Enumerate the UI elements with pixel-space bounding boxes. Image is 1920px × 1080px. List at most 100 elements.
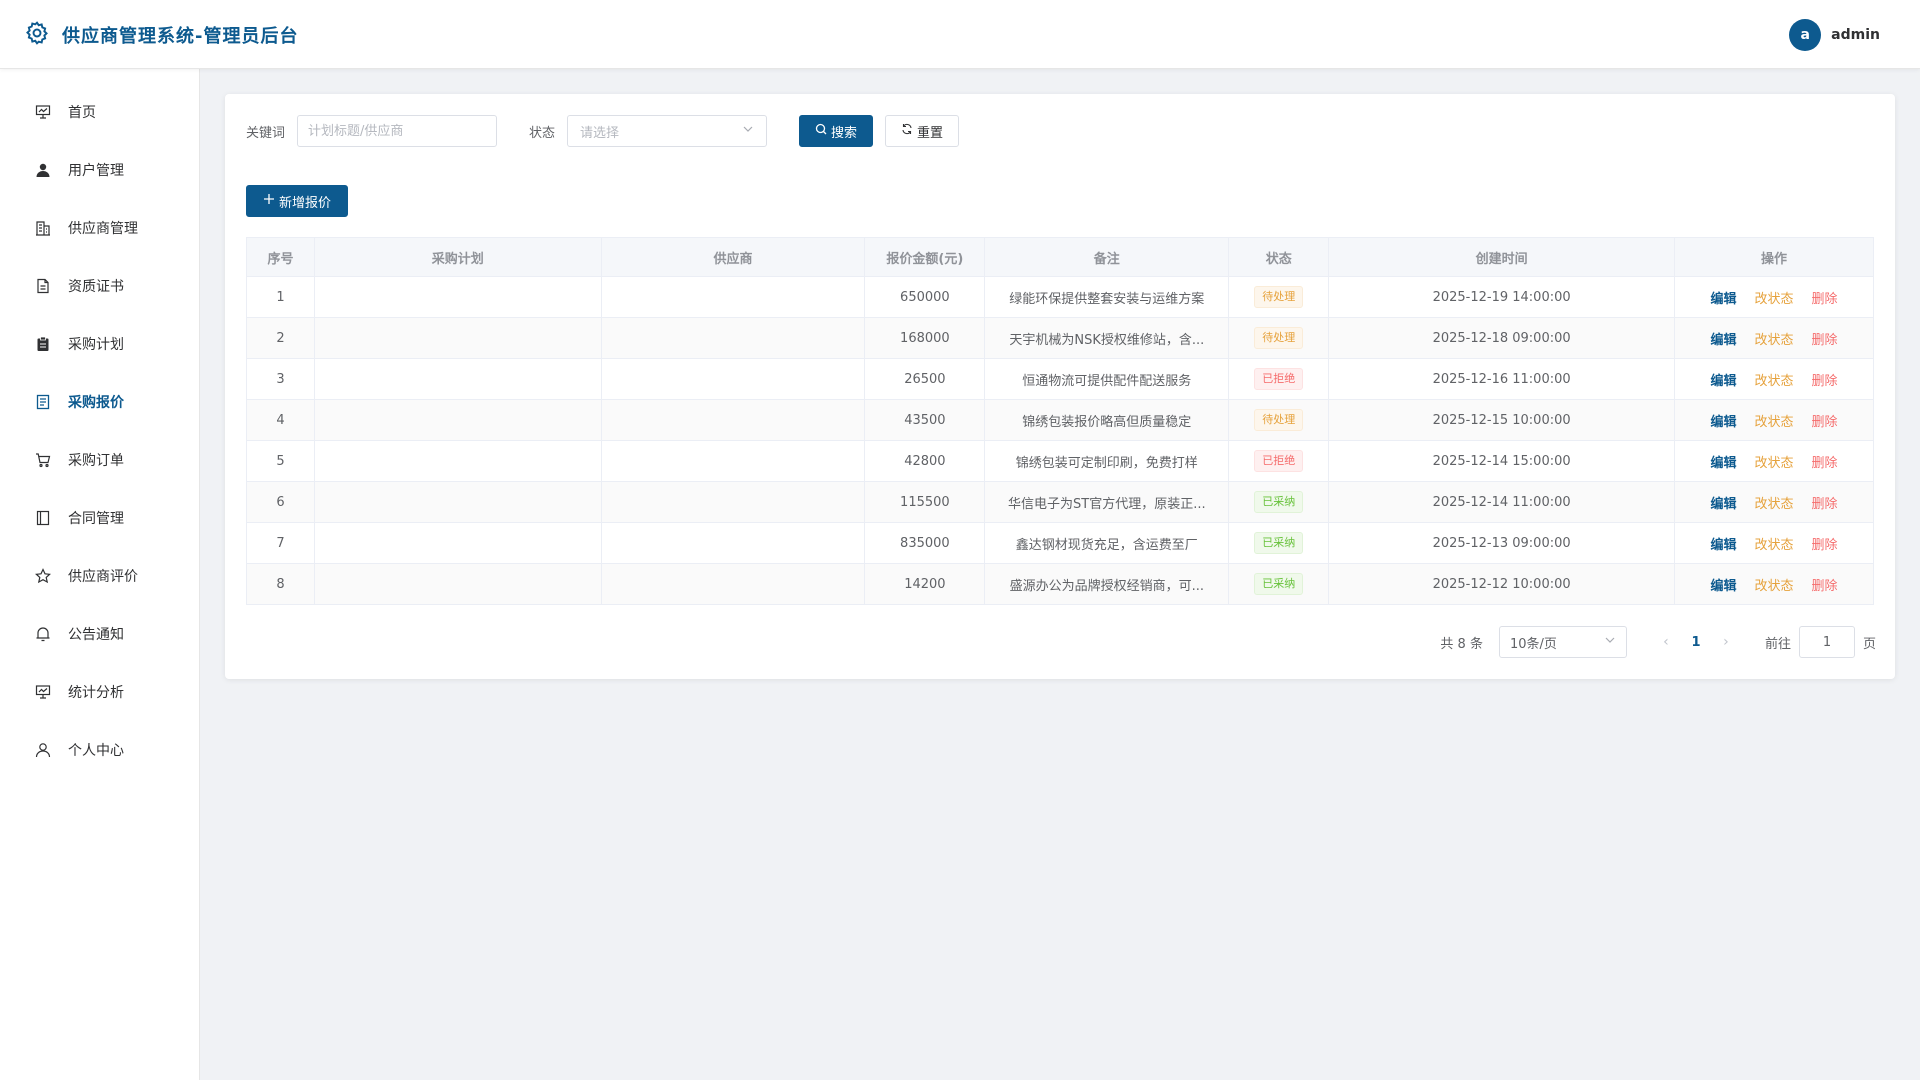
- cell-note: 盛源办公为品牌授权经销商，可...: [984, 563, 1230, 605]
- cell-status: 已采纳: [1228, 522, 1330, 564]
- chart-icon: [34, 683, 52, 701]
- cell-created-time: 2025-12-19 14:00:00: [1328, 276, 1675, 318]
- total-count: 共 8 条: [1440, 636, 1483, 652]
- cell-note: 锦绣包装可定制印刷，免费打样: [984, 440, 1230, 482]
- brand: 供应商管理系统-管理员后台: [24, 20, 298, 50]
- sidebar-item-2[interactable]: 供应商管理: [0, 199, 199, 257]
- username[interactable]: admin: [1831, 27, 1880, 43]
- delete-button[interactable]: 删除: [1812, 415, 1838, 430]
- status-badge: 已拒绝: [1254, 368, 1304, 390]
- sidebar-item-11[interactable]: 个人中心: [0, 721, 199, 779]
- main-card: 关键词 状态 请选择 搜索 重置 新增报价 序号采购计划: [225, 94, 1895, 679]
- sidebar-item-label: 公告通知: [68, 627, 124, 643]
- edit-button[interactable]: 编辑: [1710, 538, 1736, 553]
- change-status-button[interactable]: 改状态: [1754, 497, 1793, 512]
- cell-idx: 6: [246, 481, 315, 523]
- edit-button[interactable]: 编辑: [1710, 374, 1736, 389]
- table-body: 1 650000 绿能环保提供整套安装与运维方案 待处理 2025-12-19 14:0…: [246, 276, 1874, 605]
- cell-created-time: 2025-12-13 09:00:00: [1328, 522, 1675, 564]
- cell-plan: [313, 358, 602, 400]
- page-size-select[interactable]: 10条/页: [1498, 626, 1627, 658]
- reset-button[interactable]: 重置: [885, 115, 960, 147]
- search-button[interactable]: 搜索: [799, 115, 874, 147]
- sidebar-item-9[interactable]: 公告通知: [0, 605, 199, 663]
- cell-actions: 编辑 改状态 删除: [1674, 317, 1874, 359]
- user-menu[interactable]: a admin: [1789, 19, 1880, 51]
- keyword-input[interactable]: [297, 115, 498, 147]
- column-header: 创建时间: [1328, 237, 1675, 277]
- sidebar-item-0[interactable]: 首页: [0, 83, 199, 141]
- edit-button[interactable]: 编辑: [1710, 292, 1736, 307]
- page-size-value: 10条/页: [1509, 636, 1557, 652]
- edit-button[interactable]: 编辑: [1710, 579, 1736, 594]
- cell-actions: 编辑 改状态 删除: [1674, 440, 1874, 482]
- delete-button[interactable]: 删除: [1812, 374, 1838, 389]
- edit-button[interactable]: 编辑: [1710, 456, 1736, 471]
- cell-idx: 7: [246, 522, 315, 564]
- sidebar-item-label: 资质证书: [68, 279, 124, 295]
- cell-amount: 168000: [864, 317, 986, 359]
- clipboard-icon: [34, 335, 52, 353]
- change-status-button[interactable]: 改状态: [1754, 374, 1793, 389]
- edit-button[interactable]: 编辑: [1710, 415, 1736, 430]
- goto-page-input[interactable]: [1798, 626, 1855, 658]
- cell-amount: 115500: [864, 481, 986, 523]
- table-row: 8 14200 盛源办公为品牌授权经销商，可... 已采纳 2025-12-12 10:…: [246, 563, 1874, 605]
- sidebar-item-label: 统计分析: [68, 685, 124, 701]
- cell-actions: 编辑 改状态 删除: [1674, 276, 1874, 318]
- page-number[interactable]: 1: [1681, 635, 1711, 650]
- sidebar-item-8[interactable]: 供应商评价: [0, 547, 199, 605]
- delete-button[interactable]: 删除: [1812, 333, 1838, 348]
- sidebar-item-4[interactable]: 采购计划: [0, 315, 199, 373]
- sidebar-item-label: 合同管理: [68, 511, 124, 527]
- sidebar-item-7[interactable]: 合同管理: [0, 489, 199, 547]
- cell-plan: [313, 481, 602, 523]
- delete-button[interactable]: 删除: [1812, 538, 1838, 553]
- delete-button[interactable]: 删除: [1812, 579, 1838, 594]
- cell-plan: [313, 522, 602, 564]
- bell-icon: [34, 625, 52, 643]
- add-quote-label: 新增报价: [278, 195, 331, 211]
- sidebar-item-10[interactable]: 统计分析: [0, 663, 199, 721]
- column-header: 报价金额(元): [864, 237, 986, 277]
- sidebar-item-6[interactable]: 采购订单: [0, 431, 199, 489]
- quote-table: 序号 采购计划 供应商 报价金额(元) 备注 状态 创建时间 操作 1 650000 绿能环保提供…: [246, 237, 1874, 605]
- cell-plan: [313, 563, 602, 605]
- next-page-icon[interactable]: ›: [1711, 634, 1741, 650]
- cell-created-time: 2025-12-14 15:00:00: [1328, 440, 1675, 482]
- cell-idx: 5: [246, 440, 315, 482]
- cell-supplier: [600, 358, 866, 400]
- page-suffix: 页: [1862, 636, 1876, 652]
- app-title: 供应商管理系统-管理员后台: [62, 26, 299, 47]
- cell-idx: 4: [246, 399, 315, 441]
- cell-plan: [313, 276, 602, 318]
- cell-note: 华信电子为ST官方代理，原装正...: [984, 481, 1230, 523]
- sidebar-item-1[interactable]: 用户管理: [0, 141, 199, 199]
- cell-note: 天宇机械为NSK授权维修站，含...: [984, 317, 1230, 359]
- add-quote-button[interactable]: 新增报价: [246, 185, 348, 217]
- cell-status: 已拒绝: [1228, 440, 1330, 482]
- gear-icon: [24, 20, 50, 50]
- cell-amount: 835000: [864, 522, 986, 564]
- column-header: 供应商: [600, 237, 866, 277]
- delete-button[interactable]: 删除: [1812, 497, 1838, 512]
- delete-button[interactable]: 删除: [1812, 292, 1838, 307]
- user-icon: [34, 161, 52, 179]
- change-status-button[interactable]: 改状态: [1754, 415, 1793, 430]
- change-status-button[interactable]: 改状态: [1754, 333, 1793, 348]
- edit-button[interactable]: 编辑: [1710, 497, 1736, 512]
- edit-button[interactable]: 编辑: [1710, 333, 1736, 348]
- sidebar-item-5[interactable]: 采购报价: [0, 373, 199, 431]
- change-status-button[interactable]: 改状态: [1754, 292, 1793, 307]
- table-row: 6 115500 华信电子为ST官方代理，原装正... 已采纳 2025-12-14 1…: [246, 481, 1874, 523]
- change-status-button[interactable]: 改状态: [1754, 538, 1793, 553]
- sidebar-item-3[interactable]: 资质证书: [0, 257, 199, 315]
- delete-button[interactable]: 删除: [1812, 456, 1838, 471]
- change-status-button[interactable]: 改状态: [1754, 456, 1793, 471]
- sidebar-item-label: 采购订单: [68, 453, 124, 469]
- status-select[interactable]: 请选择: [567, 115, 768, 147]
- cell-note: 绿能环保提供整套安装与运维方案: [984, 276, 1230, 318]
- change-status-button[interactable]: 改状态: [1754, 579, 1793, 594]
- prev-page-icon[interactable]: ‹: [1651, 634, 1681, 650]
- avatar[interactable]: a: [1789, 19, 1822, 51]
